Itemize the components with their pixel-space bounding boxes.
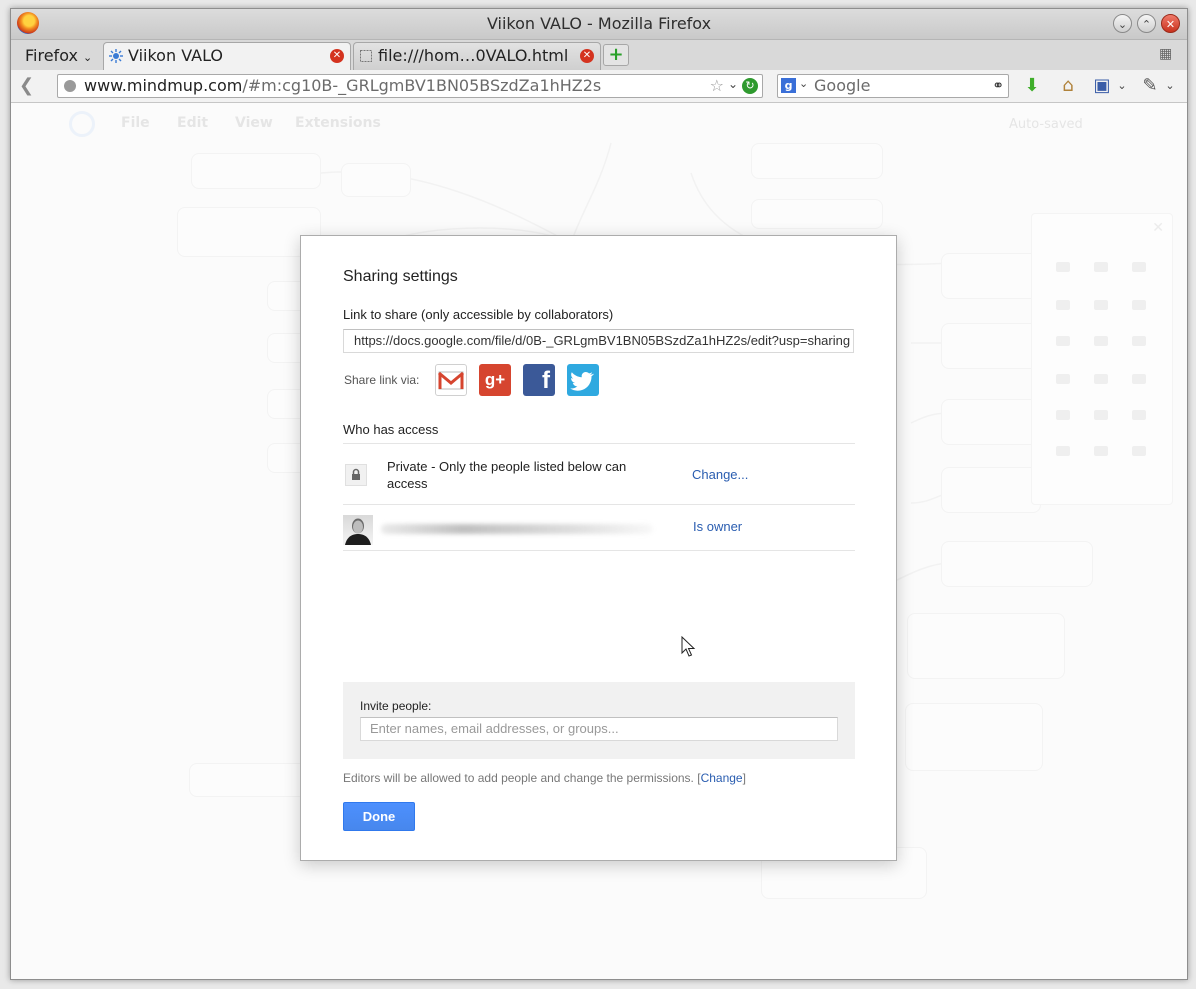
- google-plus-share-button[interactable]: g+: [479, 364, 511, 396]
- url-bar[interactable]: www.mindmup.com/#m:cg10B-_GRLgmBV1BN05BS…: [57, 74, 763, 98]
- new-tab-button[interactable]: +: [603, 44, 629, 66]
- url-text[interactable]: www.mindmup.com/#m:cg10B-_GRLgmBV1BN05BS…: [84, 75, 601, 97]
- permissions-note: Editors will be allowed to add people an…: [343, 771, 746, 785]
- close-tab-icon[interactable]: ✕: [580, 49, 594, 63]
- change-visibility-link[interactable]: Change...: [692, 467, 748, 482]
- divider: [343, 443, 855, 444]
- owner-name-redacted: [381, 524, 653, 534]
- binoculars-icon[interactable]: ⚭: [992, 78, 1004, 94]
- chevron-down-icon[interactable]: ⌄: [1159, 76, 1181, 96]
- share-via-label: Share link via:: [344, 373, 420, 387]
- tab-file[interactable]: file:///hom…0VALO.html ✕: [353, 42, 601, 70]
- bookmarks-icon[interactable]: ▣: [1091, 76, 1113, 96]
- tab-viikon-valo[interactable]: Viikon VALO ✕: [103, 42, 351, 70]
- facebook-share-button[interactable]: f: [523, 364, 555, 396]
- close-tab-icon[interactable]: ✕: [330, 49, 344, 63]
- url-dropdown-icon[interactable]: ⌄: [728, 77, 738, 91]
- firefox-menu-label: Firefox: [25, 46, 78, 65]
- invite-section: Invite people: Enter names, email addres…: [343, 682, 855, 759]
- avatar: [343, 515, 373, 545]
- browser-window: Viikon VALO - Mozilla Firefox ⌄ ⌃ ✕ Fire…: [10, 8, 1188, 980]
- done-button[interactable]: Done: [343, 802, 415, 831]
- back-button[interactable]: ❮: [19, 75, 45, 97]
- close-window-button[interactable]: ✕: [1161, 14, 1180, 33]
- page-content: File Edit View Extensions Auto-saved ✕ S…: [11, 103, 1187, 979]
- twitter-bird-icon: [570, 371, 594, 391]
- owner-role-label: Is owner: [693, 519, 743, 534]
- url-domain: www.mindmup.com: [84, 76, 243, 95]
- search-bar[interactable]: g ⌄ Google ⚭: [777, 74, 1009, 98]
- window-title: Viikon VALO - Mozilla Firefox: [486, 14, 712, 33]
- mouse-cursor-icon: [681, 636, 696, 657]
- facebook-icon: f: [542, 367, 550, 394]
- url-path: /#m:cg10B-_GRLgmBV1BN05BSzdZa1hHZ2s: [242, 76, 602, 95]
- invite-input[interactable]: Enter names, email addresses, or groups.…: [360, 717, 838, 741]
- lock-icon: [345, 464, 367, 486]
- permissions-note-text: Editors will be allowed to add people an…: [343, 771, 694, 785]
- chevron-down-icon[interactable]: ⌄: [1111, 76, 1133, 96]
- share-link-input[interactable]: https://docs.google.com/file/d/0B-_GRLgm…: [343, 329, 854, 353]
- download-icon[interactable]: ⬇: [1021, 76, 1043, 96]
- mindmup-favicon-icon: [109, 49, 123, 63]
- chevron-down-icon: ⌄: [83, 51, 93, 64]
- navigation-toolbar: ❮ www.mindmup.com/#m:cg10B-_GRLgmBV1BN05…: [11, 70, 1187, 103]
- globe-icon: [64, 80, 76, 92]
- tab-bar: Firefox ⌄ Viikon VALO ✕ file:///hom…0VAL…: [11, 40, 1187, 70]
- google-engine-icon[interactable]: g: [781, 78, 796, 93]
- tools-icon[interactable]: ✎: [1139, 76, 1161, 96]
- tab-list-icon[interactable]: ▦: [1159, 46, 1177, 64]
- private-text-line2: access: [387, 476, 428, 491]
- google-plus-icon: g+: [484, 370, 506, 389]
- divider: [343, 550, 855, 551]
- change-permissions-link[interactable]: Change: [701, 771, 743, 785]
- tab-label: Viikon VALO: [128, 46, 223, 65]
- twitter-share-button[interactable]: [567, 364, 599, 396]
- who-has-access-heading: Who has access: [343, 422, 439, 437]
- engine-dropdown-icon[interactable]: ⌄: [799, 77, 808, 90]
- tab-label: file:///hom…0VALO.html: [378, 46, 569, 65]
- link-to-share-label: Link to share (only accessible by collab…: [343, 307, 614, 322]
- title-bar: Viikon VALO - Mozilla Firefox ⌄ ⌃ ✕: [11, 9, 1187, 40]
- private-text-line1: Private - Only the people listed below c…: [387, 459, 627, 474]
- reload-icon[interactable]: ↻: [742, 78, 758, 94]
- gmail-icon: [438, 371, 464, 390]
- home-icon[interactable]: ⌂: [1057, 76, 1079, 96]
- private-description: Private - Only the people listed below c…: [387, 458, 626, 492]
- divider: [343, 504, 855, 505]
- firefox-menu-button[interactable]: Firefox ⌄: [17, 44, 99, 68]
- blank-page-icon: [360, 50, 372, 62]
- bookmark-star-icon[interactable]: ☆: [710, 76, 724, 95]
- invite-people-label: Invite people:: [360, 699, 432, 713]
- minimize-button[interactable]: ⌄: [1113, 14, 1132, 33]
- gmail-share-button[interactable]: [435, 364, 467, 396]
- search-input[interactable]: Google: [814, 75, 870, 97]
- maximize-button[interactable]: ⌃: [1137, 14, 1156, 33]
- sharing-settings-dialog: Sharing settings Link to share (only acc…: [300, 235, 897, 861]
- dialog-title: Sharing settings: [343, 268, 458, 285]
